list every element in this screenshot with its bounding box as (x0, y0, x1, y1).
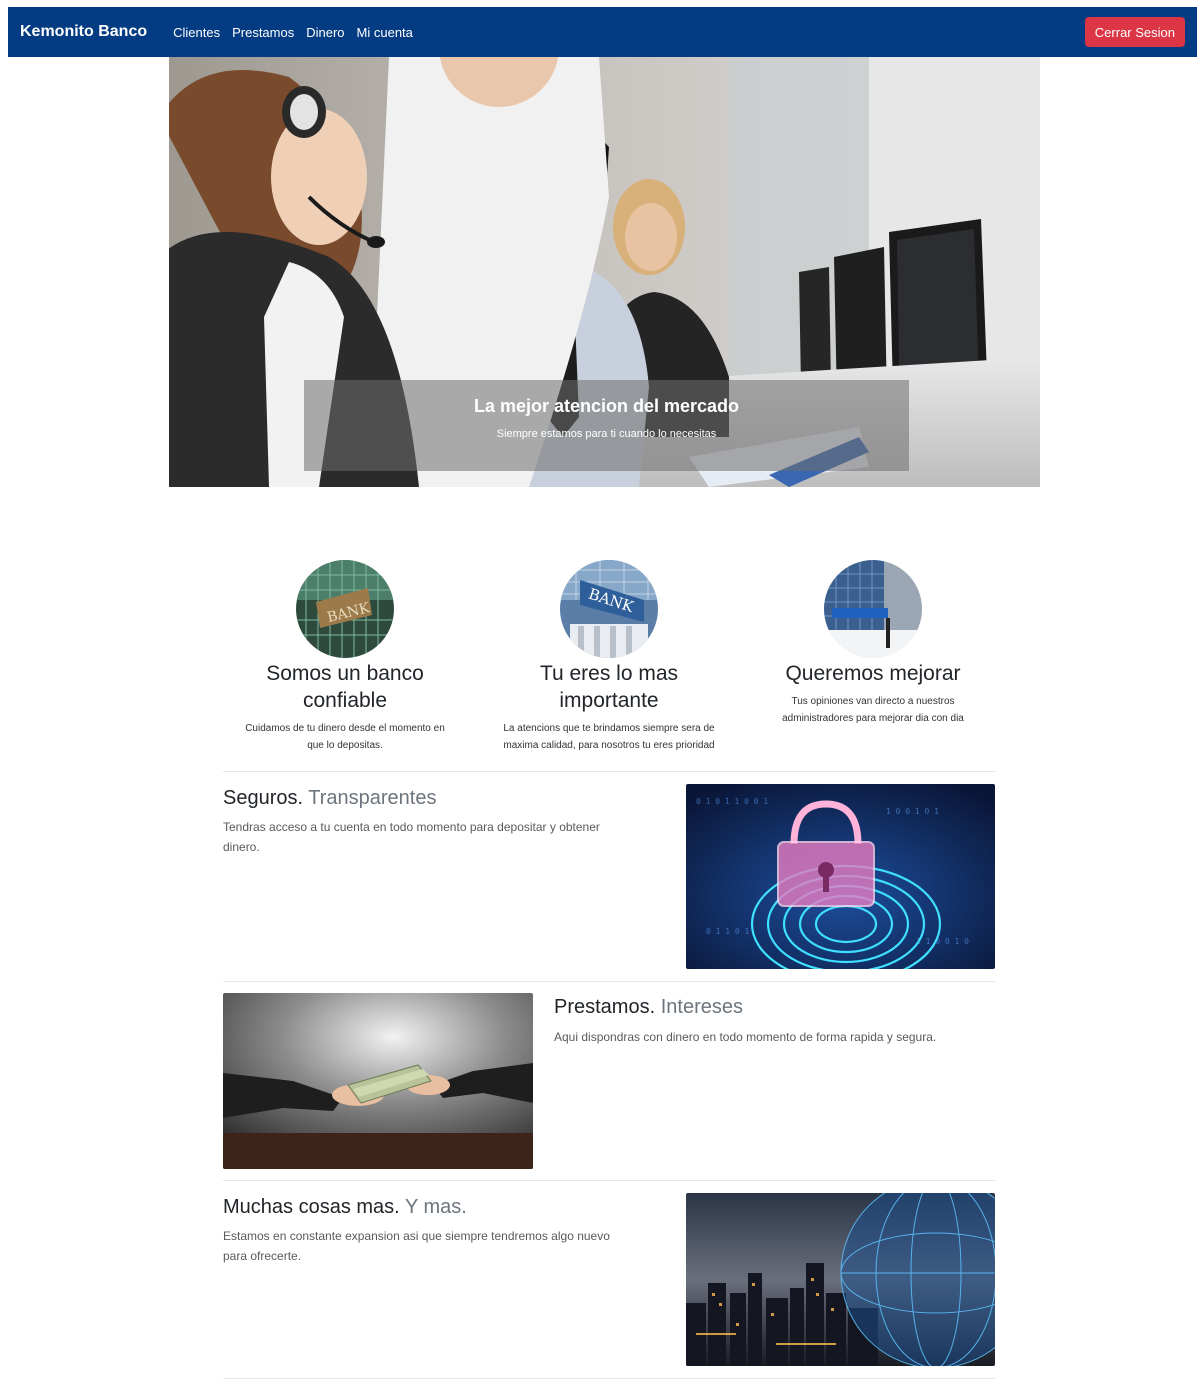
feature-title: Queremos mejorar (785, 662, 961, 685)
divider (223, 1378, 995, 1379)
divider (223, 981, 995, 982)
feature-title: Tu eres lo mas importante (539, 662, 679, 712)
featurette-heading-mas: Muchas cosas mas. Y mas. (223, 1196, 467, 1218)
featurette-text-mas: Estamos en constante expansion asi que s… (223, 1229, 610, 1263)
divider (223, 1180, 995, 1181)
carousel-subtitle: Siempre estamos para ti cuando lo necesi… (496, 428, 717, 440)
svg-text:0 1 0 1 1 0 0 1: 0 1 0 1 1 0 0 1 (696, 797, 768, 806)
feature-text: Tus opiniones van directo a nuestros adm… (782, 696, 964, 724)
nav-link-prestamos[interactable]: Prestamos (232, 25, 294, 40)
city-globe-image (686, 1193, 995, 1366)
security-fingerprint-image: 0 1 0 1 1 0 0 1 1 0 0 1 0 1 0 1 1 0 1 1 … (686, 784, 995, 969)
hero-carousel: La mejor atencion del mercado Siempre es… (169, 57, 1040, 487)
brand-link[interactable]: Kemonito Banco (20, 23, 147, 41)
feature-text: Cuidamos de tu dinero desde el momento e… (245, 723, 445, 751)
feature-text: La atencions que te brindamos siempre se… (503, 723, 715, 751)
feature-title: Somos un banco confiable (266, 662, 424, 712)
carousel-title: La mejor atencion del mercado (473, 396, 740, 416)
bank-street-image (824, 560, 922, 658)
featurette-heading-seguros: Seguros. Transparentes (223, 787, 437, 809)
svg-text:1 0 0 1 0 1: 1 0 0 1 0 1 (886, 807, 939, 816)
nav-link-dinero[interactable]: Dinero (306, 25, 344, 40)
feature-mejorar: Queremos mejorar Tus opiniones van direc… (743, 560, 1003, 727)
svg-text:1 1 0 0 1 0: 1 1 0 0 1 0 (916, 937, 969, 946)
bank-facade-image: BANK (560, 560, 658, 658)
bank-building-image: BANK (296, 560, 394, 658)
nav-link-clientes[interactable]: Clientes (173, 25, 220, 40)
loan-money-image (223, 993, 533, 1169)
featurette-text-seguros: Tendras acceso a tu cuenta en todo momen… (223, 820, 600, 854)
featurette-text-prestamos: Aqui dispondras con dinero en todo momen… (554, 1030, 937, 1044)
divider (223, 771, 995, 772)
feature-importante: BANK Tu eres lo mas importante La atenci… (479, 560, 739, 754)
carousel-caption: La mejor atencion del mercado Siempre es… (304, 380, 909, 471)
feature-confiable: BANK Somos un banco confiable Cuidamos d… (215, 560, 475, 754)
svg-text:0 1 1 0 1: 0 1 1 0 1 (706, 927, 750, 936)
nav-link-mi-cuenta[interactable]: Mi cuenta (357, 25, 413, 40)
featurette-heading-prestamos: Prestamos. Intereses (554, 996, 743, 1018)
navbar: Kemonito Banco Clientes Prestamos Dinero… (8, 7, 1197, 57)
logout-button[interactable]: Cerrar Sesion (1084, 17, 1185, 47)
